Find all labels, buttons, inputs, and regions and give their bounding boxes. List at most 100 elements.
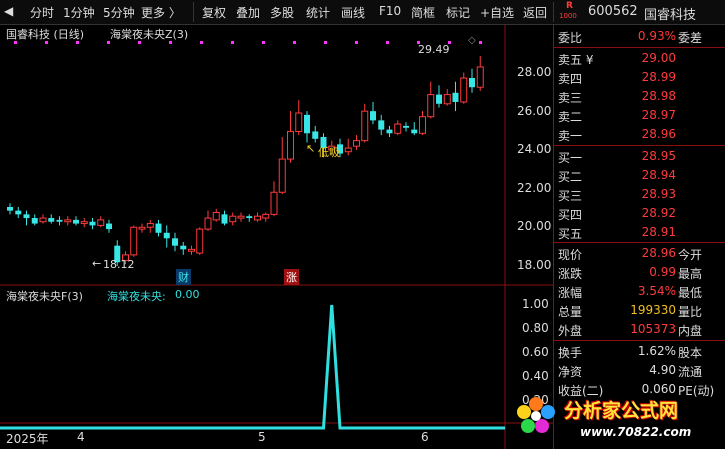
candle-body xyxy=(138,226,146,230)
back-button[interactable]: 返回 xyxy=(523,4,547,21)
candle-body xyxy=(460,77,468,103)
candle-body xyxy=(361,110,369,142)
sub-y-tick: 0.60 xyxy=(522,345,549,359)
chart-area[interactable]: 国睿科技 (日线) 海棠夜未央Z(3) 29.49 18.12 ← 低吸 ↖ ◇… xyxy=(0,25,553,449)
buy-level-row: 买三 28.93 xyxy=(558,187,724,206)
sell-level-label: 卖三 xyxy=(558,91,583,105)
nav-left-arrow-icon[interactable]: ◀ xyxy=(4,4,13,18)
candle-body xyxy=(180,245,187,250)
marker-dot xyxy=(231,41,234,44)
stat-value: 0.99 xyxy=(649,265,676,279)
marker-dot xyxy=(479,41,482,44)
main-panel-title: 国睿科技 (日线) xyxy=(6,28,85,41)
sell-level-value: 28.98 xyxy=(641,89,676,103)
candle-body xyxy=(106,223,112,230)
x-axis-label: 5 xyxy=(258,430,266,444)
buy-level-row: 买二 28.94 xyxy=(558,168,724,187)
weibi-label: 委比 xyxy=(558,31,583,45)
buy-level-label: 买三 xyxy=(558,189,583,203)
kline-chart[interactable] xyxy=(0,25,553,449)
annotation-arrow-icon: ↖ xyxy=(306,142,316,155)
y-tick: 26.00 xyxy=(517,104,552,118)
stat-value: 4.90 xyxy=(649,363,676,377)
candle-body xyxy=(469,78,475,88)
stat-extra-label: 最低 xyxy=(678,286,703,300)
sub-y-tick: 0.80 xyxy=(522,321,549,335)
buy-level-label: 买四 xyxy=(558,208,583,222)
tab-1min[interactable]: 1分钟 xyxy=(63,4,95,21)
stat-value: 28.96 xyxy=(641,246,676,260)
buy-level-label: 买二 xyxy=(558,170,583,184)
min-arrow-icon: ← xyxy=(92,257,102,270)
candle-body xyxy=(237,215,245,219)
stock-code: 600562 xyxy=(588,4,638,19)
toolbar: ◀ 分时 1分钟 5分钟 更多 〉 复权 叠加 多股 统计 画线 F10 简框 … xyxy=(0,0,725,25)
candle-body xyxy=(427,94,435,118)
stat-value: 105373 xyxy=(630,322,676,336)
add-watchlist-button[interactable]: +自选 xyxy=(480,4,514,21)
multi-stock-button[interactable]: 多股 xyxy=(270,4,294,21)
simple-frame-button[interactable]: 简框 xyxy=(411,4,435,21)
candle-body xyxy=(97,219,105,226)
low-buy-annotation: 低吸 xyxy=(318,146,340,159)
stock-name: 国睿科技 xyxy=(644,8,697,23)
candle-body xyxy=(15,210,22,215)
candle-body xyxy=(246,216,253,219)
tab-5min[interactable]: 5分钟 xyxy=(103,4,135,21)
exchange-badge: R xyxy=(566,1,573,11)
stat-row: 外盘 105373 内盘 xyxy=(558,322,724,341)
overlay-button[interactable]: 叠加 xyxy=(236,4,260,21)
candle-body xyxy=(23,214,30,219)
candle-body xyxy=(31,218,38,224)
stat-label: 涨幅 xyxy=(558,286,583,300)
sub-panel-title[interactable]: 海棠夜未央F(3) xyxy=(6,288,83,304)
sell-level-value: 28.97 xyxy=(641,108,676,122)
candle-body xyxy=(130,226,138,256)
sell-level-label: 卖四 xyxy=(558,72,583,86)
stat-row: 现价 28.96 今开 xyxy=(558,246,724,265)
mark-button[interactable]: 标记 xyxy=(446,4,470,21)
stat-row: 净资 4.90 流通 xyxy=(558,363,724,382)
main-indicator-name[interactable]: 海棠夜未央Z(3) xyxy=(110,26,188,42)
tab-more[interactable]: 更多 〉 xyxy=(141,4,181,21)
watermark-logo: 分析家公式网 www.70822.com xyxy=(514,388,725,449)
stat-value: 1.62% xyxy=(637,344,676,358)
candle-body xyxy=(163,232,170,239)
stat-extra-label: 流通 xyxy=(678,365,703,379)
draw-line-button[interactable]: 画线 xyxy=(341,4,365,21)
stats-button[interactable]: 统计 xyxy=(306,4,330,21)
tab-intraday[interactable]: 分时 xyxy=(30,4,54,21)
candle-body xyxy=(254,215,261,221)
candle-body xyxy=(64,219,72,223)
event-financial-badge[interactable]: 财 xyxy=(176,269,191,285)
sell-level-row: 卖五 ¥ 29.00 xyxy=(558,51,724,70)
buy-level-row: 买四 28.92 xyxy=(558,206,724,225)
candle-body xyxy=(270,191,278,215)
event-limit-up-badge[interactable]: 涨 xyxy=(284,269,299,285)
buy-level-value: 28.94 xyxy=(641,168,676,182)
restore-rights-button[interactable]: 复权 xyxy=(202,4,226,21)
candle-body xyxy=(304,114,310,134)
candle-body xyxy=(146,223,154,228)
candle-body xyxy=(353,140,360,147)
stat-label: 总量 xyxy=(558,305,583,319)
sub-indicator-value: 0.00 xyxy=(175,288,200,301)
candle-body xyxy=(48,218,55,222)
x-axis-label: 4 xyxy=(77,430,85,444)
candle-body xyxy=(394,123,402,134)
y-tick: 20.00 xyxy=(517,219,552,233)
candle-body xyxy=(188,248,195,252)
candle-body xyxy=(172,238,178,246)
candle-body xyxy=(403,125,409,128)
buy-level-value: 28.93 xyxy=(641,187,676,201)
candle-body xyxy=(196,228,204,254)
y-tick: 28.00 xyxy=(517,65,552,79)
buy-level-value: 28.91 xyxy=(641,225,676,239)
candle-body xyxy=(287,130,294,160)
f10-button[interactable]: F10 xyxy=(379,4,401,18)
sub-y-tick: 0.40 xyxy=(522,369,549,383)
candle-body xyxy=(370,111,376,121)
stat-row: 涨跌 0.99 最高 xyxy=(558,265,724,284)
stat-row: 换手 1.62% 股本 xyxy=(558,344,724,363)
marker-dot xyxy=(200,41,203,44)
